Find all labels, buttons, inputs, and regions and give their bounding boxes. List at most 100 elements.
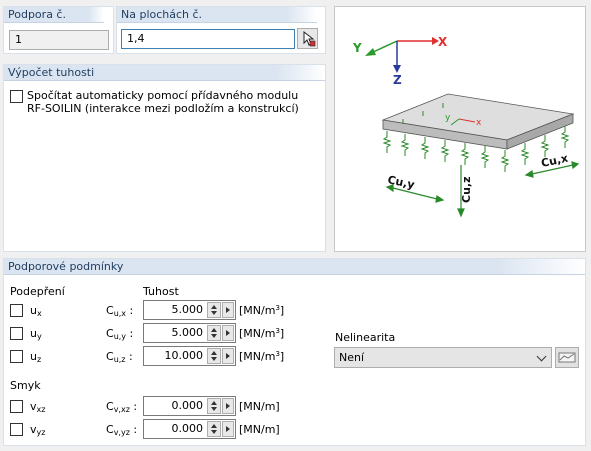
cvyz-symbol-main: C	[106, 423, 114, 436]
cvxz-symbol: Cv,xz :	[106, 400, 138, 414]
spin-up-icon[interactable]	[211, 351, 217, 355]
spin-up-icon[interactable]	[211, 328, 217, 332]
uy-label-sub: y	[36, 332, 42, 341]
cux-menu-button[interactable]	[222, 302, 234, 318]
cuz-value[interactable]: 10.000	[144, 347, 206, 365]
support-heading: Podepření	[10, 285, 65, 298]
cux-symbol: Cu,x :	[106, 304, 134, 318]
cuy-stepper[interactable]	[207, 325, 221, 341]
cuy-menu-button[interactable]	[222, 325, 234, 341]
diagram-edit-icon	[558, 352, 576, 363]
local-x-label: x	[476, 118, 482, 128]
shear-heading: Smyk	[10, 379, 41, 392]
cuz-unit-end: ]	[279, 350, 285, 363]
global-axes	[365, 37, 439, 73]
cuz-menu-button[interactable]	[222, 348, 234, 364]
cvxz-value[interactable]: 0.000	[144, 397, 206, 415]
uz-label-main: u	[30, 350, 37, 363]
uy-label: uy	[30, 327, 42, 341]
vxz-label: vxz	[30, 400, 45, 414]
spin-up-icon[interactable]	[211, 401, 217, 405]
cvxz-unit: [MN/m]	[239, 400, 280, 413]
cux-symbol-main: C	[106, 304, 114, 317]
nonlinearity-label: Nelinearita	[335, 331, 396, 344]
cux-unit: [MN/m3]	[239, 304, 284, 317]
cvyz-stepper[interactable]	[207, 421, 221, 437]
cuy-spinner[interactable]: 5.000	[143, 323, 236, 343]
spin-down-icon[interactable]	[211, 357, 217, 361]
axis-y-label: Y	[352, 41, 362, 55]
cuz-stepper[interactable]	[207, 348, 221, 364]
cuz-symbol-sub: u,z	[113, 355, 126, 364]
spin-up-icon[interactable]	[211, 424, 217, 428]
cvxz-menu-button[interactable]	[222, 398, 234, 414]
vyz-label: vyz	[30, 423, 45, 437]
on-surfaces-panel: Na plochách č. 1,4	[116, 6, 326, 54]
cuy-unit-main: [MN/m	[239, 327, 276, 340]
support-conditions-panel: Podporové podmínky Podepření Tuhost ux C…	[3, 258, 586, 446]
ux-checkbox[interactable]	[10, 304, 23, 317]
cux-stepper[interactable]	[207, 302, 221, 318]
cvyz-unit: [MN/m]	[239, 423, 280, 436]
support-conditions-title: Podporové podmínky	[4, 259, 585, 275]
pick-surfaces-button[interactable]	[297, 28, 318, 49]
cvyz-value[interactable]: 0.000	[144, 420, 206, 438]
cuz-unit: [MN/m3]	[239, 350, 284, 363]
nonlinearity-value: Není	[339, 351, 365, 364]
uz-checkbox[interactable]	[10, 350, 23, 363]
ux-label: ux	[30, 304, 42, 318]
cuy-unit-end: ]	[279, 327, 285, 340]
cux-unit-main: [MN/m	[239, 304, 276, 317]
local-y-label: y	[445, 113, 451, 123]
cvyz-spinner[interactable]: 0.000	[143, 419, 236, 439]
support-no-panel: Podpora č. 1	[3, 6, 114, 54]
cux-unit-end: ]	[279, 304, 285, 317]
vxz-checkbox[interactable]	[10, 400, 23, 413]
auto-stiffness-checkbox[interactable]	[10, 90, 23, 103]
cuz-symbol: Cu,z :	[106, 350, 133, 364]
cvyz-menu-button[interactable]	[222, 421, 234, 437]
spin-down-icon[interactable]	[211, 407, 217, 411]
nonlinearity-edit-button[interactable]	[555, 347, 579, 368]
support-no-label: Podpora č.	[4, 7, 104, 23]
auto-stiffness-label-1: Spočítat automaticky pomocí přídavného m…	[27, 89, 299, 102]
menu-arrow-icon	[226, 426, 230, 432]
cuy-symbol: Cu,y :	[106, 327, 134, 341]
stiffness-calc-title: Výpočet tuhosti	[4, 65, 325, 81]
menu-arrow-icon	[226, 353, 230, 359]
uz-label-sub: z	[36, 355, 42, 364]
cuy-symbol-main: C	[106, 327, 114, 340]
cux-spinner[interactable]: 5.000	[143, 300, 236, 320]
spin-down-icon[interactable]	[211, 311, 217, 315]
cux-value[interactable]: 5.000	[144, 301, 206, 319]
auto-stiffness-label-2: RF-SOILIN (interakce mezi podložím a kon…	[27, 102, 299, 115]
uz-label: uz	[30, 350, 41, 364]
vxz-label-sub: xz	[36, 405, 46, 414]
nonlinearity-select[interactable]: Není	[334, 347, 552, 368]
cuz-spinner[interactable]: 10.000	[143, 346, 236, 366]
uy-checkbox[interactable]	[10, 327, 23, 340]
cuy-unit: [MN/m3]	[239, 327, 284, 340]
menu-arrow-icon	[226, 403, 230, 409]
on-surfaces-label: Na plochách č.	[117, 7, 317, 23]
spin-down-icon[interactable]	[211, 430, 217, 434]
cvxz-stepper[interactable]	[207, 398, 221, 414]
cux-symbol-sub: u,x	[113, 309, 127, 318]
on-surfaces-input[interactable]: 1,4	[121, 29, 295, 49]
spin-up-icon[interactable]	[211, 305, 217, 309]
stiffness-calc-panel: Výpočet tuhosti Spočítat automaticky pom…	[3, 64, 326, 252]
axis-z-label: Z	[393, 73, 402, 87]
ux-label-main: u	[30, 304, 37, 317]
cuz-unit-main: [MN/m	[239, 350, 276, 363]
cuy-value[interactable]: 5.000	[144, 324, 206, 342]
cvxz-spinner[interactable]: 0.000	[143, 396, 236, 416]
menu-arrow-icon	[226, 330, 230, 336]
vyz-checkbox[interactable]	[10, 423, 23, 436]
diagram-canvas: X Y Z x y Cu,y Cu,x Cu,z	[352, 35, 580, 218]
vyz-label-sub: yz	[36, 428, 46, 437]
axis-x-label: X	[438, 35, 448, 49]
support-no-field[interactable]: 1	[9, 30, 109, 50]
label-cuz: Cu,z	[460, 177, 473, 204]
chevron-down-icon	[536, 351, 547, 362]
spin-down-icon[interactable]	[211, 334, 217, 338]
